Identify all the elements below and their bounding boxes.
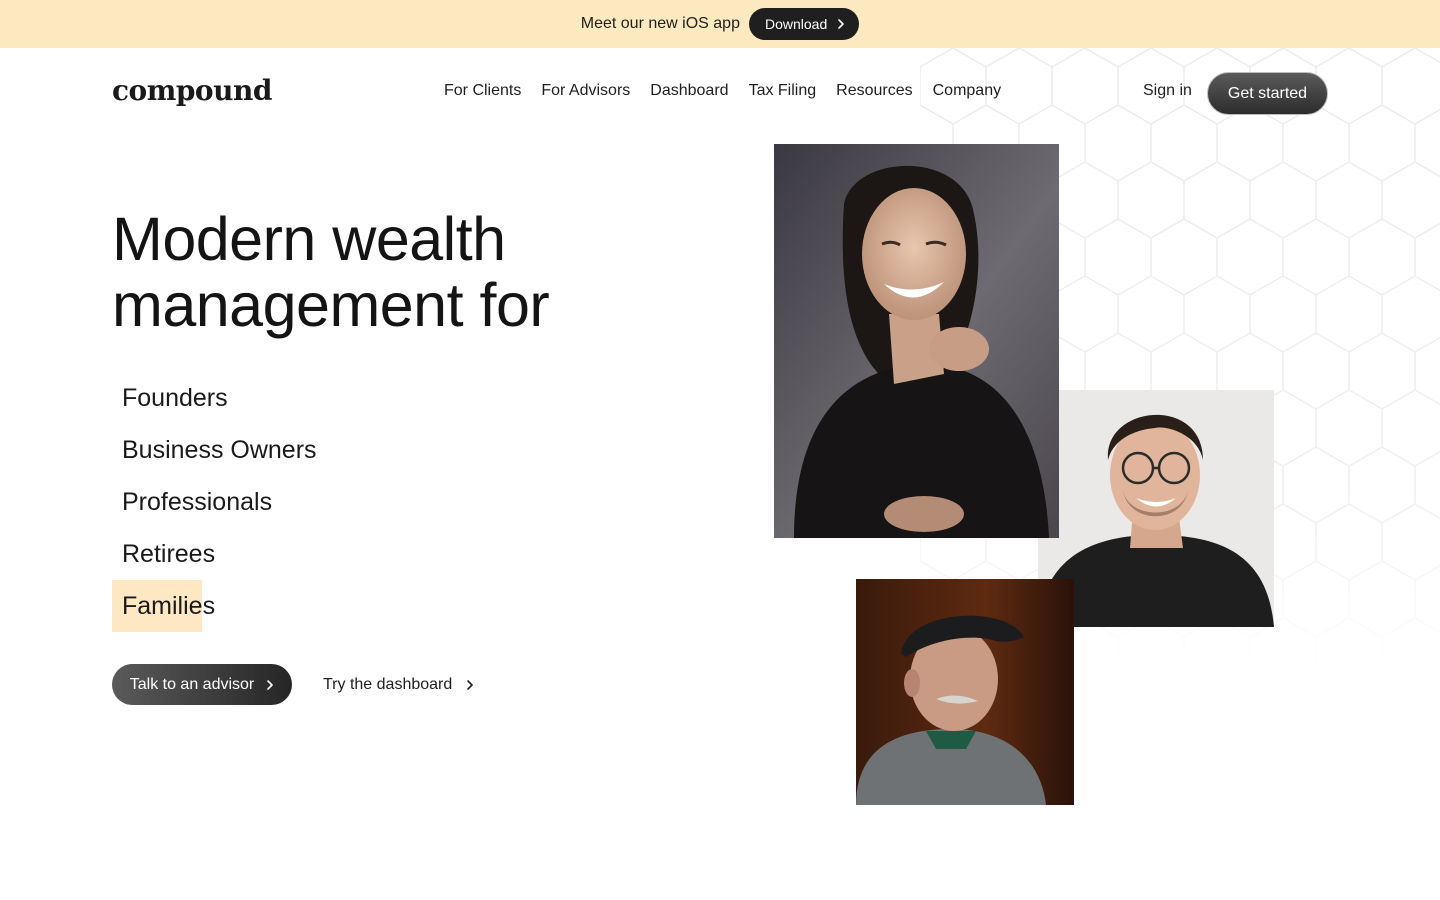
- talk-to-advisor-label: Talk to an advisor: [129, 675, 255, 693]
- download-button-label: Download: [764, 16, 828, 32]
- nav-link-for-advisors[interactable]: For Advisors: [541, 82, 630, 100]
- audience-item-families[interactable]: Families: [112, 580, 317, 632]
- logo[interactable]: compound: [112, 74, 272, 107]
- nav-link-for-clients[interactable]: For Clients: [444, 82, 521, 100]
- audience-item-founders[interactable]: Founders: [112, 372, 317, 424]
- try-dashboard-label: Try the dashboard: [323, 675, 453, 693]
- photo-elderly-man-with-cap: [856, 579, 1074, 805]
- hero-title-line-2: management for: [112, 271, 550, 339]
- chevron-right-icon: [266, 679, 274, 691]
- banner-text: Meet our new iOS app: [580, 15, 740, 32]
- cta-row: Talk to an advisor Try the dashboard: [112, 664, 474, 705]
- chevron-right-icon: [466, 679, 474, 691]
- audience-item-professionals[interactable]: Professionals: [112, 476, 317, 528]
- audience-item-retirees[interactable]: Retirees: [112, 528, 317, 580]
- talk-to-advisor-button[interactable]: Talk to an advisor: [112, 664, 292, 705]
- chevron-right-icon: [837, 18, 845, 30]
- audience-list: Founders Business Owners Professionals R…: [112, 372, 317, 632]
- audience-item-business-owners[interactable]: Business Owners: [112, 424, 317, 476]
- nav-link-dashboard[interactable]: Dashboard: [650, 82, 728, 100]
- try-dashboard-link[interactable]: Try the dashboard: [323, 676, 474, 694]
- promo-banner: Meet our new iOS app Download: [0, 0, 1440, 48]
- hero-title: Modern wealth management for: [112, 206, 672, 338]
- hero-title-line-1: Modern wealth: [112, 205, 506, 273]
- nav-link-company[interactable]: Company: [933, 82, 1001, 100]
- get-started-button[interactable]: Get started: [1207, 72, 1328, 115]
- download-button[interactable]: Download: [748, 8, 860, 40]
- sign-in-link[interactable]: Sign in: [1143, 82, 1192, 100]
- main-navigation: compound For Clients For Advisors Dashbo…: [0, 48, 1440, 138]
- nav-links: For Clients For Advisors Dashboard Tax F…: [444, 82, 1001, 100]
- page: Meet our new iOS app Download compound F…: [0, 0, 1440, 900]
- nav-link-tax-filing[interactable]: Tax Filing: [749, 82, 817, 100]
- photo-smiling-woman: [774, 144, 1059, 538]
- nav-link-resources[interactable]: Resources: [836, 82, 912, 100]
